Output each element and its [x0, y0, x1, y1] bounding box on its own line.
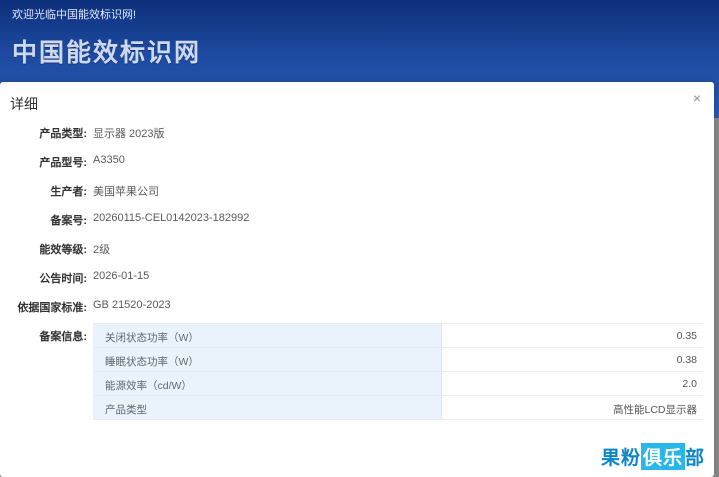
field-row-national-standard: 依据国家标准: GB 21520-2023: [0, 299, 714, 319]
field-value: 美国苹果公司: [93, 186, 159, 198]
site-logo-title[interactable]: 中国能效标识网: [12, 33, 201, 69]
table-value: 0.38: [676, 354, 697, 366]
field-label: 产品型号:: [39, 157, 87, 169]
table-row: 睡眠状态功率（W） 0.38: [93, 348, 703, 372]
table-key: 能源效率（cd/W）: [105, 380, 192, 392]
field-label: 备案信息:: [39, 331, 87, 343]
watermark-prefix: 果粉: [600, 448, 641, 469]
field-value: 显示器 2023版: [93, 128, 165, 140]
table-key-cell: 睡眠状态功率（W）: [93, 348, 442, 371]
field-label: 能效等级:: [39, 244, 87, 256]
watermark-suffix: 部: [684, 448, 705, 469]
welcome-text: 欢迎光临中国能效标识网!: [12, 9, 137, 21]
field-label: 产品类型:: [39, 128, 87, 140]
modal-title: 详细: [10, 96, 38, 112]
table-row: 产品类型 高性能LCD显示器: [93, 396, 703, 420]
field-value: 2级: [93, 244, 111, 256]
field-label: 备案号:: [50, 215, 87, 227]
field-row-announce-date: 公告时间: 2026-01-15: [0, 270, 714, 290]
field-value: A3350: [93, 154, 125, 166]
field-row-filing-number: 备案号: 20260115-CEL0142023-182992: [0, 212, 714, 232]
table-key: 产品类型: [105, 404, 147, 416]
table-value: 2.0: [682, 378, 697, 390]
detail-modal: 详细 × 产品类型: 显示器 2023版 产品型号: A3350 生产者: 美国…: [0, 82, 714, 477]
field-row-manufacturer: 生产者: 美国苹果公司: [0, 183, 714, 203]
watermark-logo: 果粉 俱乐部: [601, 443, 705, 470]
table-row: 能源效率（cd/W） 2.0: [93, 372, 703, 396]
field-value: 20260115-CEL0142023-182992: [93, 212, 250, 224]
table-key-cell: 能源效率（cd/W）: [93, 372, 442, 395]
table-key-cell: 产品类型: [93, 396, 442, 419]
field-label: 依据国家标准:: [17, 302, 87, 314]
filing-info-table: 关闭状态功率（W） 0.35 睡眠状态功率（W） 0.38 能源效率（cd/W）…: [93, 323, 703, 420]
field-value: GB 21520-2023: [93, 299, 171, 311]
field-value: 2026-01-15: [93, 270, 150, 282]
field-row-efficiency-grade: 能效等级: 2级: [0, 241, 714, 261]
table-row: 关闭状态功率（W） 0.35: [93, 324, 703, 348]
table-key-cell: 关闭状态功率（W）: [93, 324, 442, 347]
table-value: 0.35: [676, 330, 697, 342]
close-icon[interactable]: ×: [693, 91, 701, 105]
table-value: 高性能LCD显示器: [612, 404, 697, 416]
field-row-model: 产品型号: A3350: [0, 154, 714, 174]
field-label: 生产者:: [50, 186, 87, 198]
watermark-box: 俱乐: [640, 443, 685, 470]
table-key: 关闭状态功率（W）: [105, 332, 199, 344]
field-row-product-type: 产品类型: 显示器 2023版: [0, 125, 714, 145]
table-key: 睡眠状态功率（W）: [105, 356, 199, 368]
field-label: 公告时间:: [39, 273, 87, 285]
